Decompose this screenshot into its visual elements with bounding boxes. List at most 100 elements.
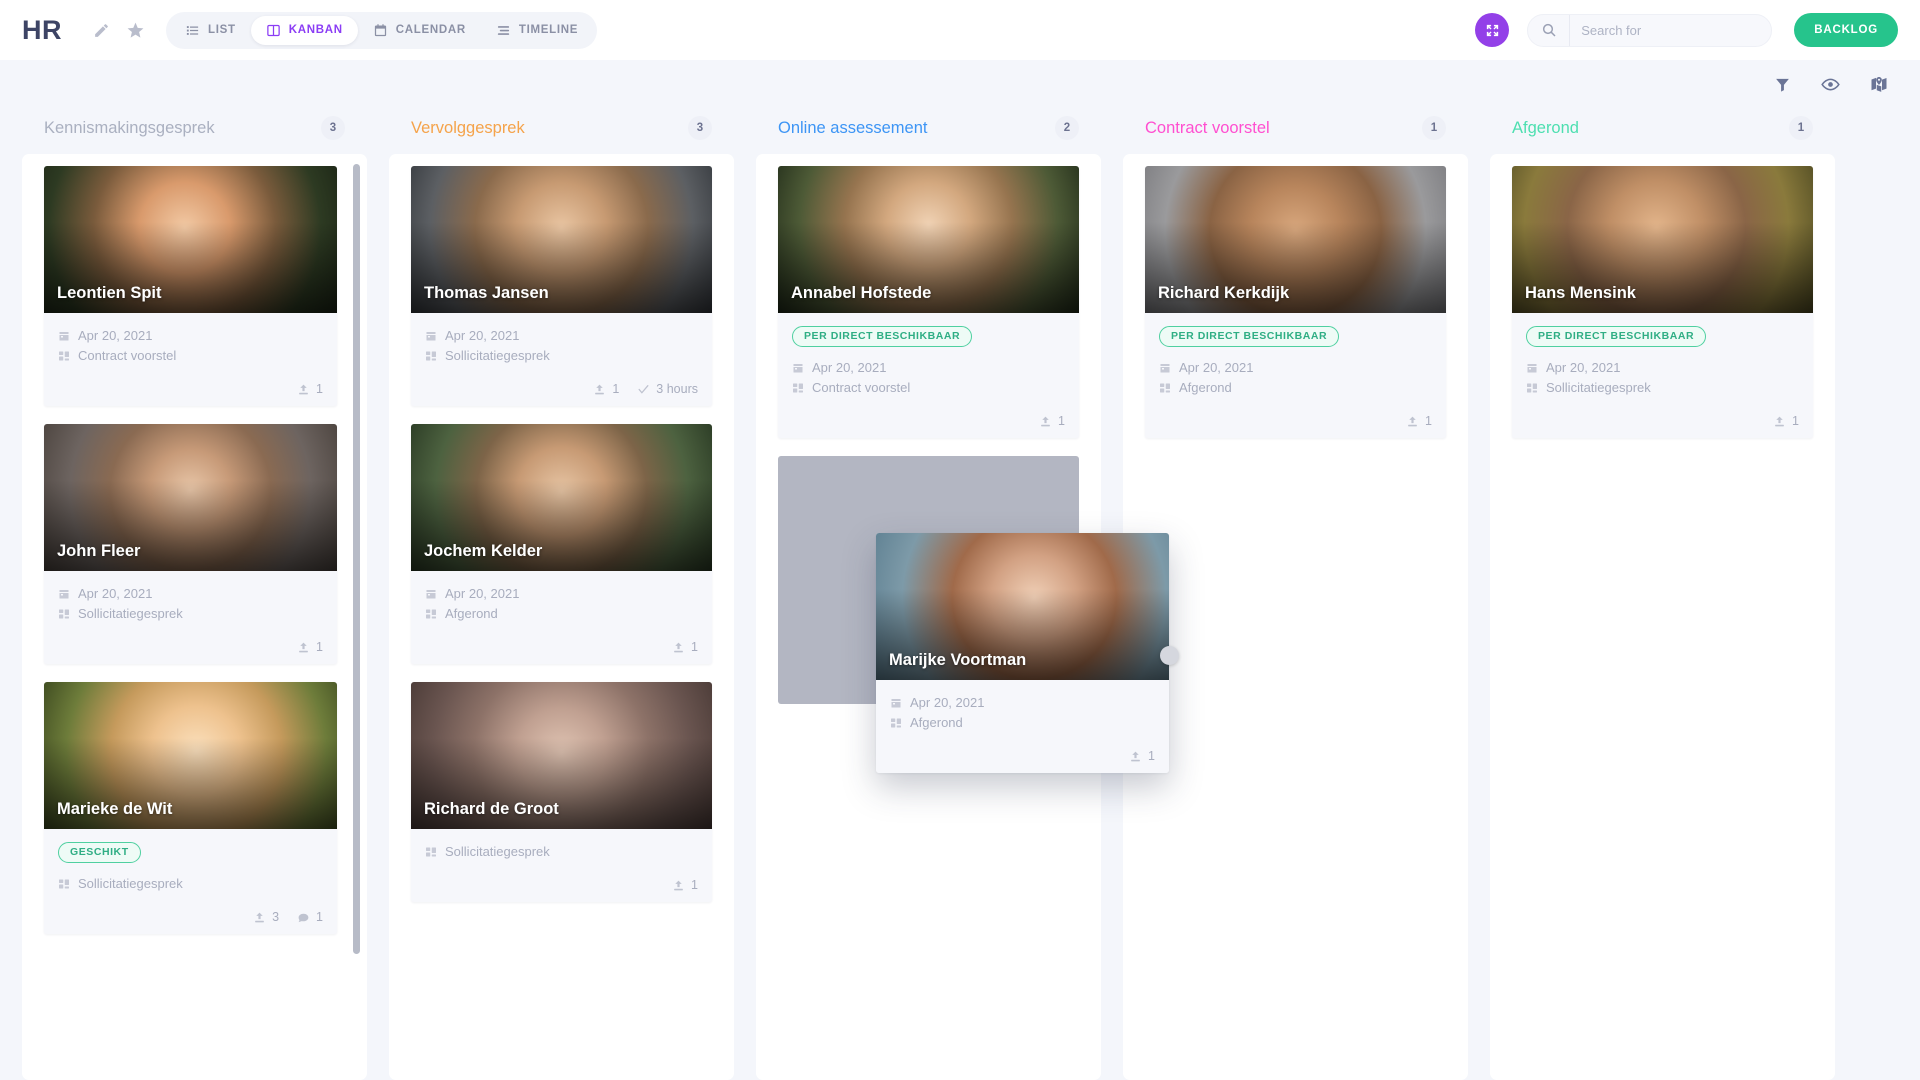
tab-timeline[interactable]: TIMELINE (481, 16, 593, 45)
column-card-count: 3 (688, 116, 712, 140)
card-board-name: Sollicitatiegesprek (78, 606, 183, 621)
card-photo: Jochem Kelder (411, 424, 712, 571)
board-icon (425, 350, 437, 362)
calendar-icon (58, 588, 70, 600)
card-footer: 1 (1159, 414, 1432, 428)
card-body: Sollicitatiegesprek 1 (411, 829, 712, 902)
kanban-card[interactable]: Richard Kerkdijk PER DIRECT BESCHIKBAAR A… (1145, 166, 1446, 438)
board-icon (1159, 382, 1171, 394)
upload-icon (1129, 750, 1142, 763)
view-tabs: LIST KANBAN CALENDAR TIMELINE (166, 11, 598, 49)
kanban-card[interactable]: Marieke de Wit GESCHIKT Sollicitatiegespr… (44, 682, 337, 934)
upload-icon (672, 641, 685, 654)
card-date: Apr 20, 2021 (445, 328, 520, 343)
upload-icon (1406, 415, 1419, 428)
drag-handle[interactable] (1160, 646, 1179, 665)
scrollbar-thumb[interactable] (353, 164, 360, 954)
status-badge: PER DIRECT BESCHIKBAAR (1526, 326, 1707, 347)
card-attachment-count: 1 (297, 640, 323, 654)
column-header: Online assessement 2 (756, 108, 1101, 154)
search-box[interactable] (1527, 13, 1773, 47)
column-header: Kennismakingsgesprek 3 (22, 108, 367, 154)
board-icon (792, 382, 804, 394)
tab-list-label: LIST (208, 24, 236, 36)
comment-icon (297, 911, 310, 924)
card-candidate-name: Marijke Voortman (889, 651, 1027, 669)
filter-icon[interactable] (1774, 76, 1791, 93)
card-board-name: Afgerond (1179, 380, 1232, 395)
expand-arrows-icon[interactable] (1475, 13, 1510, 47)
backlog-button[interactable]: BACKLOG (1794, 13, 1898, 47)
card-attachment-count: 1 (1773, 414, 1799, 428)
board-icon (425, 846, 437, 858)
kanban-column: Contract voorstel 1 Richard Kerkdijk PER … (1123, 108, 1468, 1080)
kanban-card[interactable]: Jochem Kelder Apr 20, 2021 Afgerond 1 (411, 424, 712, 664)
card-board-row: Afgerond (890, 713, 1155, 733)
column-header: Contract voorstel 1 (1123, 108, 1468, 154)
card-body: PER DIRECT BESCHIKBAAR Apr 20, 2021 Cont… (778, 313, 1079, 438)
map-icon[interactable] (1870, 75, 1888, 93)
kanban-card[interactable]: Hans Mensink PER DIRECT BESCHIKBAAR Apr 2… (1512, 166, 1813, 438)
kanban-card[interactable]: Marijke Voortman Apr 20, 2021 Afgerond 1 (876, 533, 1169, 773)
board-icon (58, 350, 70, 362)
card-date: Apr 20, 2021 (78, 328, 153, 343)
top-header-bar: HR LIST KANBAN CALENDAR TIMELINE Search … (0, 0, 1920, 60)
column-body: Richard Kerkdijk PER DIRECT BESCHIKBAAR A… (1123, 154, 1468, 1080)
star-icon[interactable] (118, 13, 152, 47)
card-photo: Hans Mensink (1512, 166, 1813, 313)
board-icon (890, 717, 902, 729)
card-attachment-count: 3 (253, 910, 279, 924)
upload-icon (1773, 415, 1786, 428)
kanban-card[interactable]: Richard de Groot Sollicitatiegesprek 1 (411, 682, 712, 902)
attachment-count-value: 1 (316, 382, 323, 396)
card-candidate-name: Richard Kerkdijk (1158, 284, 1290, 302)
card-board-row: Sollicitatiegesprek (58, 874, 323, 894)
comment-count-value: 1 (316, 910, 323, 924)
kanban-column: Vervolggesprek 3 Thomas Jansen Apr 20, 2… (389, 108, 734, 1080)
card-body: Apr 20, 2021 Sollicitatiegesprek 1 3 hou… (411, 313, 712, 406)
card-board-name: Afgerond (910, 715, 963, 730)
attachment-count-value: 3 (272, 910, 280, 924)
kanban-card[interactable]: Annabel Hofstede PER DIRECT BESCHIKBAAR A… (778, 166, 1079, 438)
status-badge: GESCHIKT (58, 842, 141, 863)
card-candidate-name: Thomas Jansen (424, 284, 549, 302)
card-attachment-count: 1 (297, 382, 323, 396)
card-attachment-count: 1 (1129, 749, 1155, 763)
kanban-card[interactable]: Thomas Jansen Apr 20, 2021 Sollicitatieg… (411, 166, 712, 406)
column-card-count: 1 (1422, 116, 1446, 140)
status-badge: PER DIRECT BESCHIKBAAR (1159, 326, 1340, 347)
card-candidate-name: Leontien Spit (57, 284, 162, 302)
upload-icon (1039, 415, 1052, 428)
tab-list[interactable]: LIST (170, 16, 251, 45)
card-footer: 1 (1526, 414, 1799, 428)
card-footer: 1 (58, 640, 323, 654)
tab-kanban[interactable]: KANBAN (250, 15, 358, 45)
card-photo: Annabel Hofstede (778, 166, 1079, 313)
card-board-row: Contract voorstel (58, 346, 323, 366)
pencil-icon[interactable] (84, 13, 118, 47)
column-scrollbar[interactable] (353, 164, 360, 1070)
board-icon (425, 608, 437, 620)
attachment-count-value: 1 (691, 878, 698, 892)
dragged-card[interactable]: Marijke Voortman Apr 20, 2021 Afgerond 1 (876, 533, 1179, 773)
card-candidate-name: Jochem Kelder (424, 542, 543, 560)
card-footer: 1 (792, 414, 1065, 428)
card-photo: Richard Kerkdijk (1145, 166, 1446, 313)
calendar-icon (792, 362, 804, 374)
column-card-count: 3 (321, 116, 345, 140)
card-board-row: Sollicitatiegesprek (425, 346, 698, 366)
card-candidate-name: Annabel Hofstede (791, 284, 932, 302)
card-body: PER DIRECT BESCHIKBAAR Apr 20, 2021 Afge… (1145, 313, 1446, 438)
eye-icon[interactable] (1821, 75, 1840, 94)
search-input[interactable] (1570, 22, 1772, 38)
kanban-card[interactable]: John Fleer Apr 20, 2021 Sollicitatiegesp… (44, 424, 337, 664)
column-title: Online assessement (778, 118, 928, 137)
kanban-icon (266, 23, 281, 38)
check-icon (637, 383, 650, 396)
card-date: Apr 20, 2021 (78, 586, 153, 601)
kanban-column: Afgerond 1 Hans Mensink PER DIRECT BESCHI… (1490, 108, 1835, 1080)
tab-calendar[interactable]: CALENDAR (358, 16, 481, 45)
kanban-card[interactable]: Leontien Spit Apr 20, 2021 Contract voor… (44, 166, 337, 406)
card-footer: 1 (890, 749, 1155, 763)
card-date: Apr 20, 2021 (910, 695, 985, 710)
